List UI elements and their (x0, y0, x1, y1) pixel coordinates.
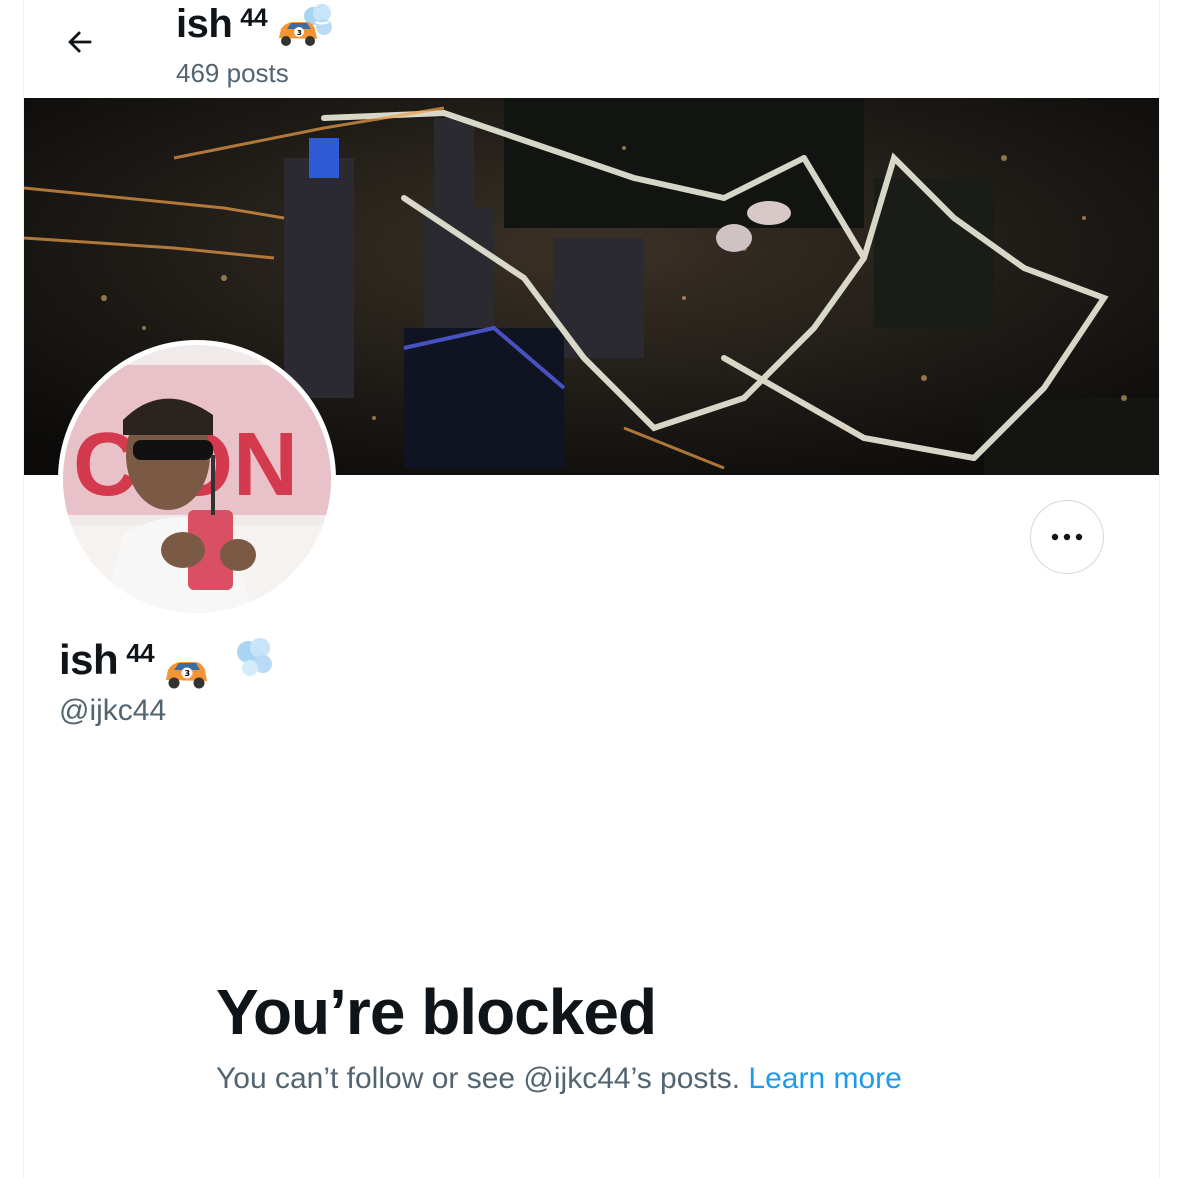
blocked-title: You’re blocked (216, 976, 657, 1048)
posts-count: 469 posts (176, 58, 289, 88)
svg-text:3: 3 (185, 669, 190, 678)
profile-name-text: ish (59, 636, 119, 683)
avatar-image: CION (63, 345, 331, 613)
blocked-message: You can’t follow or see @ijkc44’s posts.… (216, 1058, 936, 1100)
header-display-name: ish 44 3 (176, 2, 333, 62)
more-options-button[interactable] (1030, 500, 1104, 574)
race-car-emoji-icon: 3 (277, 2, 333, 62)
profile-display-name: ish 44 3 (59, 636, 274, 702)
back-button[interactable] (54, 16, 106, 68)
back-arrow-icon (68, 31, 92, 53)
profile-avatar[interactable]: CION (58, 340, 336, 618)
ellipsis-icon (1051, 533, 1083, 541)
svg-text:3: 3 (297, 29, 302, 37)
profile-handle: @ijkc44 (59, 694, 167, 727)
header-name-superscript: 44 (240, 4, 268, 32)
top-bar: ish 44 3 469 posts (24, 0, 1159, 98)
learn-more-link[interactable]: Learn more (748, 1062, 901, 1095)
profile-column: ish 44 3 469 posts ish 44 3 @ijkc44 You’… (23, 0, 1160, 1178)
blocked-message-text: You can’t follow or see @ijkc44’s posts. (216, 1062, 749, 1095)
profile-name-superscript: 44 (126, 638, 155, 668)
blocked-notice: You’re blocked You can’t follow or see @… (216, 970, 936, 1100)
header-name-text: ish (176, 2, 233, 46)
race-car-emoji-icon: 3 (164, 636, 274, 702)
